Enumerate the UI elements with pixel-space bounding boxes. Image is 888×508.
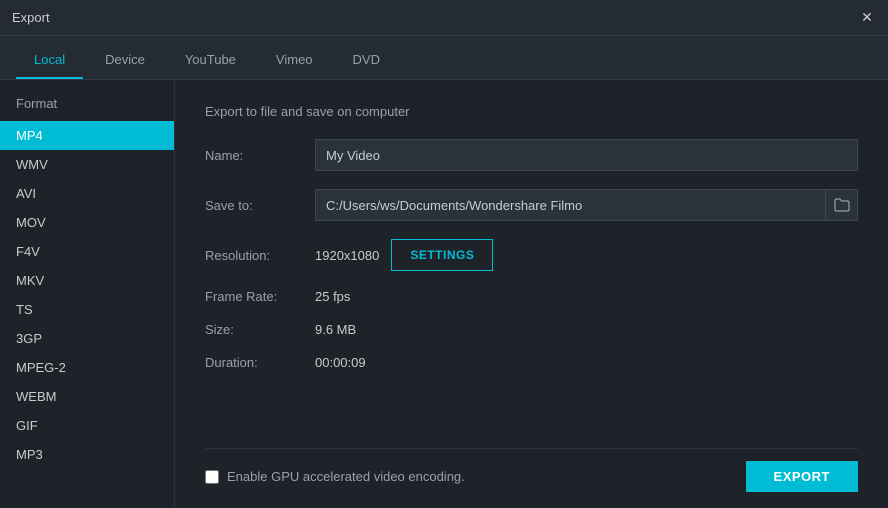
name-label: Name:: [205, 148, 315, 163]
size-value: 9.6 MB: [315, 322, 356, 337]
frame-rate-value: 25 fps: [315, 289, 350, 304]
panel-title: Export to file and save on computer: [205, 104, 858, 119]
sidebar: Format MP4 WMV AVI MOV F4V MKV TS 3GP MP…: [0, 80, 175, 508]
save-to-input[interactable]: [315, 189, 826, 221]
tabs-bar: Local Device YouTube Vimeo DVD: [0, 36, 888, 80]
gpu-label: Enable GPU accelerated video encoding.: [227, 469, 465, 484]
gpu-row: Enable GPU accelerated video encoding.: [205, 469, 465, 484]
close-button[interactable]: ✕: [858, 9, 876, 27]
right-panel: Export to file and save on computer Name…: [175, 80, 888, 508]
size-row: Size: 9.6 MB: [205, 322, 858, 337]
sidebar-item-gif[interactable]: GIF: [0, 411, 174, 440]
export-button[interactable]: EXPORT: [746, 461, 858, 492]
tab-youtube[interactable]: YouTube: [167, 41, 254, 79]
tab-dvd[interactable]: DVD: [335, 41, 398, 79]
sidebar-item-mp4[interactable]: MP4: [0, 121, 174, 150]
frame-rate-label: Frame Rate:: [205, 289, 315, 304]
save-to-field-group: [315, 189, 858, 221]
title-bar: Export ✕: [0, 0, 888, 36]
gpu-checkbox[interactable]: [205, 470, 219, 484]
sidebar-item-3gp[interactable]: 3GP: [0, 324, 174, 353]
dialog-title: Export: [12, 10, 50, 25]
sidebar-item-mov[interactable]: MOV: [0, 208, 174, 237]
settings-button[interactable]: SETTINGS: [391, 239, 493, 271]
resolution-label: Resolution:: [205, 248, 315, 263]
duration-row: Duration: 00:00:09: [205, 355, 858, 370]
sidebar-item-wmv[interactable]: WMV: [0, 150, 174, 179]
sidebar-item-f4v[interactable]: F4V: [0, 237, 174, 266]
duration-value: 00:00:09: [315, 355, 366, 370]
sidebar-item-avi[interactable]: AVI: [0, 179, 174, 208]
tab-device[interactable]: Device: [87, 41, 163, 79]
tab-local[interactable]: Local: [16, 41, 83, 79]
resolution-value: 1920x1080: [315, 248, 379, 263]
tab-vimeo[interactable]: Vimeo: [258, 41, 331, 79]
sidebar-item-webm[interactable]: WEBM: [0, 382, 174, 411]
resolution-value-group: 1920x1080 SETTINGS: [315, 239, 858, 271]
duration-label: Duration:: [205, 355, 315, 370]
sidebar-item-mkv[interactable]: MKV: [0, 266, 174, 295]
name-row: Name:: [205, 139, 858, 171]
folder-browse-button[interactable]: [826, 189, 858, 221]
save-to-row: Save to:: [205, 189, 858, 221]
sidebar-item-mpeg2[interactable]: MPEG-2: [0, 353, 174, 382]
bottom-bar: Enable GPU accelerated video encoding. E…: [205, 448, 858, 492]
resolution-row: Resolution: 1920x1080 SETTINGS: [205, 239, 858, 271]
save-to-label: Save to:: [205, 198, 315, 213]
sidebar-header: Format: [0, 96, 174, 121]
sidebar-item-ts[interactable]: TS: [0, 295, 174, 324]
sidebar-item-mp3[interactable]: MP3: [0, 440, 174, 469]
frame-rate-row: Frame Rate: 25 fps: [205, 289, 858, 304]
name-input[interactable]: [315, 139, 858, 171]
main-content: Format MP4 WMV AVI MOV F4V MKV TS 3GP MP…: [0, 80, 888, 508]
size-label: Size:: [205, 322, 315, 337]
